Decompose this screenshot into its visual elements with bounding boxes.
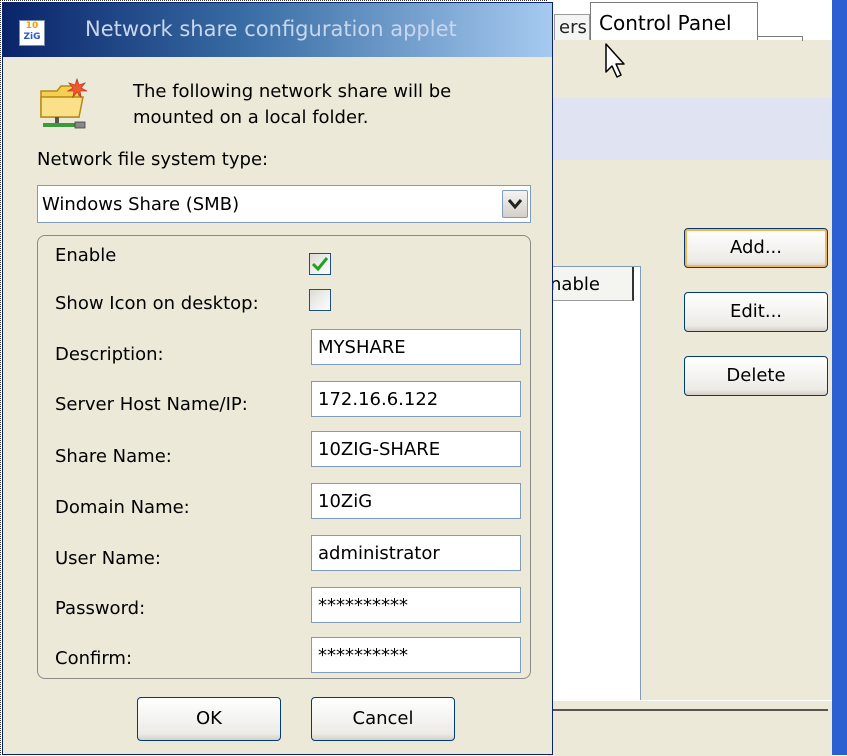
dropdown-arrow-icon[interactable]	[502, 190, 528, 218]
logo-text-top: 10	[25, 21, 39, 31]
delete-button[interactable]: Delete	[684, 356, 828, 396]
window-edge	[832, 0, 847, 755]
tab-partial[interactable]: ers	[554, 14, 590, 40]
title-bar[interactable]: 10 ZiG Network share configuration apple…	[3, 3, 552, 57]
password-label: Password:	[55, 598, 146, 619]
panel-header-band	[548, 98, 832, 160]
panel-bottom-strip	[548, 700, 832, 756]
network-share-dialog: 10 ZiG Network share configuration apple…	[2, 2, 553, 755]
tab-strip-edge	[758, 36, 803, 41]
logo-text-bottom: ZiG	[23, 32, 41, 42]
confirm-label: Confirm:	[55, 648, 133, 669]
header-message: The following network share will be moun…	[133, 81, 452, 128]
cancel-button[interactable]: Cancel	[311, 697, 455, 741]
share-name-input[interactable]	[311, 431, 521, 467]
folder-network-icon	[40, 77, 88, 129]
show-icon-checkbox[interactable]	[309, 289, 331, 311]
fs-type-select[interactable]: Windows Share (SMB)	[37, 185, 531, 223]
desktop-selection-border-left	[0, 0, 1, 755]
server-input[interactable]	[311, 381, 521, 417]
control-panel-body: nable Add... Edit... Delete	[548, 40, 832, 756]
share-list[interactable]: nable	[548, 266, 641, 728]
dialog-title: Network share configuration applet	[85, 17, 457, 41]
share-name-label: Share Name:	[55, 446, 172, 467]
show-icon-label: Show Icon on desktop:	[55, 293, 259, 314]
user-name-input[interactable]	[311, 535, 521, 571]
edit-button[interactable]: Edit...	[684, 292, 828, 332]
description-label: Description:	[55, 344, 164, 365]
fs-type-label: Network file system type:	[37, 149, 269, 170]
app-logo-icon: 10 ZiG	[19, 20, 45, 46]
add-button[interactable]: Add...	[684, 228, 828, 268]
tab-strip: ers Control Panel	[548, 0, 847, 41]
tab-control-panel[interactable]: Control Panel	[590, 2, 758, 40]
mouse-cursor-icon	[605, 43, 625, 78]
control-panel-window: nable Add... Edit... Delete ers Control …	[548, 0, 847, 756]
ok-button[interactable]: OK	[137, 697, 281, 741]
bottom-divider	[548, 709, 828, 711]
list-column-header[interactable]: nable	[548, 267, 634, 301]
confirm-input[interactable]	[311, 637, 521, 673]
description-input[interactable]	[311, 329, 521, 365]
fs-type-value: Windows Share (SMB)	[42, 194, 240, 215]
server-label: Server Host Name/IP:	[55, 394, 248, 415]
password-input[interactable]	[311, 587, 521, 623]
enable-label: Enable	[55, 245, 117, 266]
checkmark-icon	[311, 257, 329, 272]
domain-input[interactable]	[311, 483, 521, 519]
domain-label: Domain Name:	[55, 497, 190, 518]
user-name-label: User Name:	[55, 548, 161, 569]
enable-checkbox[interactable]	[309, 253, 331, 275]
